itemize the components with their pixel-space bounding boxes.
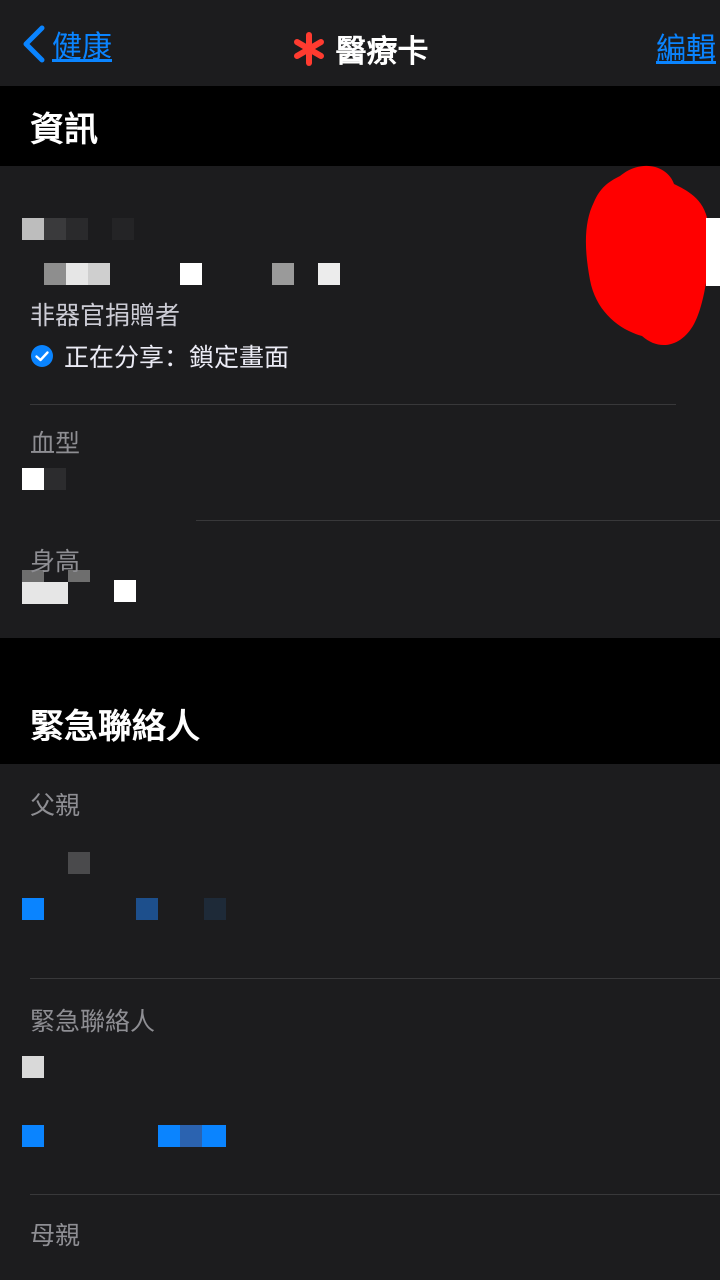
- redacted-pixel: [158, 1125, 180, 1147]
- redacted-pixel: [136, 898, 158, 920]
- redacted-pixel: [114, 580, 136, 602]
- section-header-info: 資訊: [0, 86, 720, 166]
- edit-button[interactable]: 編輯: [656, 24, 716, 68]
- page-title: 醫療卡: [0, 26, 720, 71]
- redacted-pixel: [706, 218, 720, 286]
- navigation-bar: 健康 醫療卡 編輯: [0, 0, 720, 87]
- redacted-pixel: [44, 263, 66, 285]
- section-title-info: 資訊: [30, 109, 98, 150]
- organ-donor-status: 非器官捐贈者: [30, 301, 181, 330]
- blood-type-label: 血型: [30, 429, 81, 458]
- contact-relationship: 緊急聯絡人: [30, 1007, 156, 1036]
- sharing-status-text: 正在分享：鎖定畫面: [64, 343, 290, 372]
- medical-asterisk-icon: [293, 31, 324, 66]
- height-label: 身高: [30, 547, 81, 576]
- redacted-pixel: [272, 263, 294, 285]
- divider: [30, 404, 676, 405]
- redacted-pixel: [202, 1125, 226, 1147]
- redacted-pixel: [68, 852, 90, 874]
- redacted-pixel: [22, 898, 44, 920]
- redacted-pixel: [204, 898, 226, 920]
- redacted-pixel: [22, 1125, 44, 1147]
- redacted-pixel: [44, 468, 66, 490]
- redacted-pixel: [88, 263, 110, 285]
- divider: [30, 1194, 720, 1195]
- contact-relationship: 母親: [30, 1221, 81, 1250]
- redacted-pixel: [112, 218, 134, 240]
- contact-relationship: 父親: [30, 791, 81, 820]
- redacted-pixel: [22, 582, 68, 604]
- redaction-scribble: [585, 165, 710, 346]
- redacted-pixel: [22, 468, 44, 490]
- divider: [30, 978, 720, 979]
- redacted-pixel: [318, 263, 340, 285]
- redacted-pixel: [44, 218, 66, 240]
- redacted-pixel: [180, 263, 202, 285]
- section-title-emergency: 緊急聯絡人: [30, 706, 200, 747]
- redacted-pixel: [66, 218, 88, 240]
- redacted-pixel: [22, 218, 44, 240]
- divider: [196, 520, 720, 521]
- page-title-text: 醫療卡: [335, 34, 429, 70]
- redacted-pixel: [180, 1125, 202, 1147]
- redacted-pixel: [22, 1056, 44, 1078]
- redacted-pixel: [66, 263, 88, 285]
- sharing-status: 正在分享：鎖定畫面: [30, 338, 289, 374]
- checkmark-circle-icon: [31, 345, 53, 367]
- section-header-emergency: 緊急聯絡人: [0, 638, 720, 764]
